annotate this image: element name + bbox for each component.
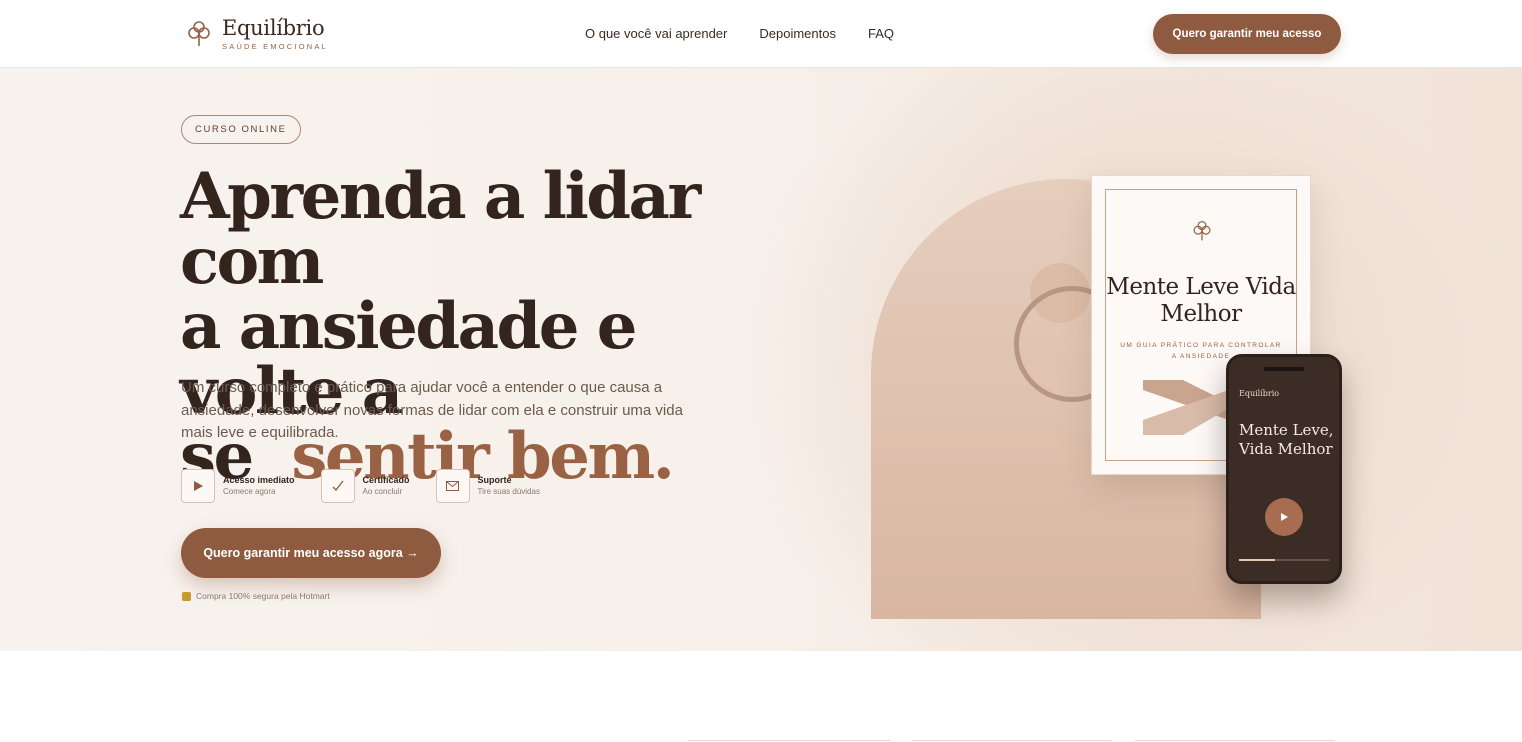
check-icon <box>320 469 355 503</box>
hero-section: CURSO ONLINE Aprenda a lidar com a ansie… <box>0 68 1522 651</box>
hero-cta-button[interactable]: Quero garantir meu acesso agora → <box>181 528 441 578</box>
nav-item-learn[interactable]: O que você vai aprender <box>585 26 727 41</box>
play-button[interactable] <box>1265 498 1303 536</box>
feature-title: Certificado <box>362 475 410 485</box>
phone-brand: Equilíbrio <box>1239 389 1280 398</box>
brand-logo[interactable]: Equilíbrio SAÚDE EMOCIONAL <box>188 18 328 51</box>
secure-purchase-note: Compra 100% segura pela Hotmart <box>182 591 330 601</box>
feature-item: Certificado Ao concluir <box>320 469 410 503</box>
header-cta-button[interactable]: Quero garantir meu acesso <box>1153 14 1341 54</box>
tree-logo-icon <box>188 21 210 47</box>
phone-mockup: Equilíbrio Mente Leve, Vida Melhor <box>1226 354 1342 584</box>
video-progress-track[interactable] <box>1239 559 1329 561</box>
brand-name: Equilíbrio <box>222 16 325 40</box>
mail-icon <box>435 469 470 503</box>
feature-text: Acesso imediato Comece agora <box>223 474 295 498</box>
nav-item-testimonials[interactable]: Depoimentos <box>759 26 836 41</box>
feature-title: Acesso imediato <box>223 475 295 485</box>
play-icon <box>1281 513 1288 521</box>
brand-text: Equilíbrio SAÚDE EMOCIONAL <box>222 18 328 51</box>
course-badge: CURSO ONLINE <box>181 115 301 144</box>
book-title: Mente Leve Vida Melhor <box>1106 274 1296 327</box>
secure-text: Compra 100% segura pela Hotmart <box>196 591 330 601</box>
nav-item-faq[interactable]: FAQ <box>868 26 894 41</box>
video-progress-fill <box>1239 559 1275 561</box>
hero-lead: Um curso completo e prático para ajudar … <box>181 379 683 441</box>
feature-title: Suporte <box>477 475 512 485</box>
feature-item: Suporte Tire suas dúvidas <box>435 469 540 503</box>
feature-subtitle: Tire suas dúvidas <box>477 487 540 496</box>
main-nav: O que você vai aprender Depoimentos FAQ <box>585 26 894 41</box>
site-header: Equilíbrio SAÚDE EMOCIONAL O que você va… <box>0 0 1522 68</box>
phone-title: Mente Leve, Vida Melhor <box>1239 421 1334 458</box>
play-icon <box>181 469 215 503</box>
feature-list: Acesso imediato Comece agora Certificado… <box>181 469 566 503</box>
feature-text: Suporte Tire suas dúvidas <box>478 474 540 498</box>
brand-tagline: SAÚDE EMOCIONAL <box>222 42 328 51</box>
tree-logo-icon <box>1193 220 1211 241</box>
feature-item: Acesso imediato Comece agora <box>181 469 295 503</box>
phone-notch <box>1264 367 1304 371</box>
feature-subtitle: Comece agora <box>223 487 276 496</box>
lock-icon <box>182 591 191 601</box>
feature-subtitle: Ao concluir <box>362 487 403 496</box>
headline-line-1: Aprenda a lidar com <box>180 159 701 299</box>
feature-text: Certificado Ao concluir <box>363 474 410 498</box>
